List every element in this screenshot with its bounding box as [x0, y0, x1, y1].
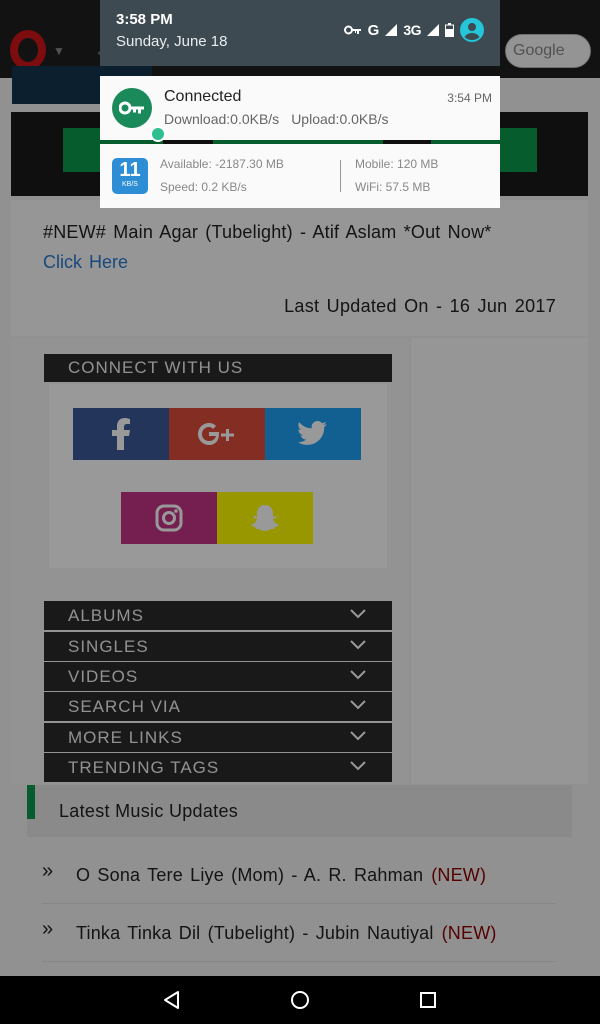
signal-icon [427, 24, 439, 36]
speed-meter-app-icon: 11 KB/S [112, 158, 148, 194]
battery-icon [445, 23, 454, 37]
notification-shade-header: 3:58 PM Sunday, June 18 G 3G [100, 0, 500, 66]
back-icon[interactable] [160, 988, 184, 1012]
speed-meter-notification[interactable]: 11 KB/S Available: -2187.30 MB Speed: 0.… [100, 144, 500, 208]
current-speed: Speed: 0.2 KB/s [160, 180, 247, 194]
vpn-title: Connected [164, 88, 242, 105]
vpn-notification[interactable]: Connected 3:54 PM Download:0.0KB/s Upload… [100, 76, 500, 142]
download-speed: Download:0.0KB/s [164, 111, 280, 127]
divider [340, 160, 341, 192]
date: Sunday, June 18 [116, 33, 228, 50]
available-data: Available: -2187.30 MB [160, 157, 284, 171]
notification-time: 3:54 PM [447, 91, 492, 105]
vpn-app-icon [112, 88, 166, 142]
clock: 3:58 PM [116, 11, 173, 28]
signal-icon [385, 24, 398, 36]
user-account-icon[interactable] [460, 18, 484, 42]
vpn-traffic: Download:0.0KB/s Upload:0.0KB/s [164, 111, 388, 127]
upload-speed: Upload:0.0KB/s [291, 111, 389, 127]
key-icon [119, 101, 144, 115]
home-icon[interactable] [288, 988, 312, 1012]
vpn-badge-icon [150, 126, 166, 142]
navigation-bar [0, 976, 600, 1024]
speed-icon-unit: KB/S [122, 181, 138, 188]
speed-icon-number: 11 [119, 159, 141, 181]
network-type-3g: 3G [403, 22, 421, 38]
wifi-usage: WiFi: 57.5 MB [355, 180, 431, 194]
mobile-usage: Mobile: 120 MB [355, 157, 439, 171]
vpn-key-icon [343, 25, 361, 35]
recents-icon[interactable] [416, 988, 440, 1012]
network-type-g: G [367, 21, 380, 39]
status-icons: G 3G [343, 18, 484, 42]
